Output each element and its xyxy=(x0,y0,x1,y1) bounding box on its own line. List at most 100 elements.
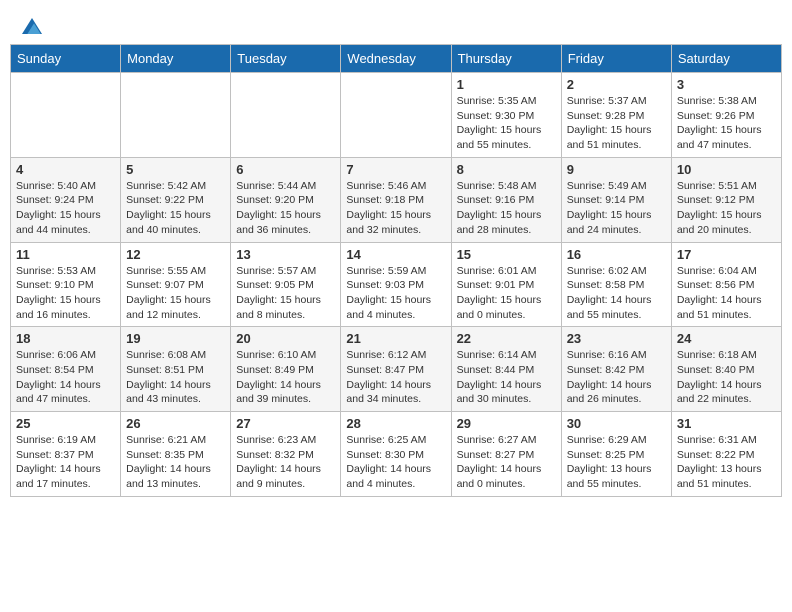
table-row: 25Sunrise: 6:19 AM Sunset: 8:37 PM Dayli… xyxy=(11,412,121,497)
day-number: 11 xyxy=(16,247,115,262)
day-number: 6 xyxy=(236,162,335,177)
table-row: 8 Sunrise: 5:48 AM Sunset: 9:16 PM Daylig… xyxy=(451,157,561,242)
day-number: 2 xyxy=(567,77,666,92)
calendar-week-row: 18Sunrise: 6:06 AM Sunset: 8:54 PM Dayli… xyxy=(11,327,782,412)
day-info: Sunrise: 6:18 AM Sunset: 8:40 PM Dayligh… xyxy=(677,348,776,407)
logo xyxy=(20,16,42,36)
day-info: Sunrise: 5:51 AM Sunset: 9:12 PM Dayligh… xyxy=(677,179,776,238)
day-info: Sunrise: 6:23 AM Sunset: 8:32 PM Dayligh… xyxy=(236,433,335,492)
day-number: 3 xyxy=(677,77,776,92)
table-row: 27 Sunrise: 6:23 AM Sunset: 8:32 PM Dayli… xyxy=(231,412,341,497)
day-info: Sunrise: 6:08 AM Sunset: 8:51 PM Dayligh… xyxy=(126,348,225,407)
day-number: 23 xyxy=(567,331,666,346)
table-row: 20Sunrise: 6:10 AM Sunset: 8:49 PM Dayli… xyxy=(231,327,341,412)
day-number: 28 xyxy=(346,416,445,431)
day-info: Sunrise: 5:35 AM Sunset: 9:30 PM Dayligh… xyxy=(457,94,556,153)
day-info: Sunrise: 6:12 AM Sunset: 8:47 PM Dayligh… xyxy=(346,348,445,407)
day-info: Sunrise: 6:19 AM Sunset: 8:37 PM Dayligh… xyxy=(16,433,115,492)
table-row: 12Sunrise: 5:55 AM Sunset: 9:07 PM Dayli… xyxy=(121,242,231,327)
table-row: 18Sunrise: 6:06 AM Sunset: 8:54 PM Dayli… xyxy=(11,327,121,412)
table-row: 21Sunrise: 6:12 AM Sunset: 8:47 PM Dayli… xyxy=(341,327,451,412)
table-row: 30 Sunrise: 6:29 AM Sunset: 8:25 PM Dayli… xyxy=(561,412,671,497)
table-row: 11 Sunrise: 5:53 AM Sunset: 9:10 PM Dayli… xyxy=(11,242,121,327)
table-row: 19 Sunrise: 6:08 AM Sunset: 8:51 PM Dayli… xyxy=(121,327,231,412)
day-number: 12 xyxy=(126,247,225,262)
day-info: Sunrise: 5:38 AM Sunset: 9:26 PM Dayligh… xyxy=(677,94,776,153)
table-row: 23 Sunrise: 6:16 AM Sunset: 8:42 PM Dayli… xyxy=(561,327,671,412)
day-number: 24 xyxy=(677,331,776,346)
page-header xyxy=(0,0,792,44)
day-info: Sunrise: 5:53 AM Sunset: 9:10 PM Dayligh… xyxy=(16,264,115,323)
table-row: 22 Sunrise: 6:14 AM Sunset: 8:44 PM Dayli… xyxy=(451,327,561,412)
day-info: Sunrise: 5:59 AM Sunset: 9:03 PM Dayligh… xyxy=(346,264,445,323)
table-row: 7 Sunrise: 5:46 AM Sunset: 9:18 PM Daylig… xyxy=(341,157,451,242)
calendar-day-header: Monday xyxy=(121,45,231,73)
day-number: 13 xyxy=(236,247,335,262)
calendar-day-header: Wednesday xyxy=(341,45,451,73)
calendar-footer xyxy=(0,507,792,519)
calendar-week-row: 4 Sunrise: 5:40 AM Sunset: 9:24 PM Daylig… xyxy=(11,157,782,242)
table-row: 1Sunrise: 5:35 AM Sunset: 9:30 PM Daylig… xyxy=(451,73,561,158)
table-row: 13Sunrise: 5:57 AM Sunset: 9:05 PM Dayli… xyxy=(231,242,341,327)
day-number: 22 xyxy=(457,331,556,346)
table-row xyxy=(231,73,341,158)
day-number: 19 xyxy=(126,331,225,346)
day-number: 14 xyxy=(346,247,445,262)
day-number: 17 xyxy=(677,247,776,262)
day-info: Sunrise: 6:14 AM Sunset: 8:44 PM Dayligh… xyxy=(457,348,556,407)
logo-icon xyxy=(22,16,42,36)
table-row xyxy=(341,73,451,158)
day-info: Sunrise: 6:06 AM Sunset: 8:54 PM Dayligh… xyxy=(16,348,115,407)
table-row: 9 Sunrise: 5:49 AM Sunset: 9:14 PM Daylig… xyxy=(561,157,671,242)
calendar-table: SundayMondayTuesdayWednesdayThursdayFrid… xyxy=(10,44,782,497)
calendar-week-row: 25Sunrise: 6:19 AM Sunset: 8:37 PM Dayli… xyxy=(11,412,782,497)
table-row: 6Sunrise: 5:44 AM Sunset: 9:20 PM Daylig… xyxy=(231,157,341,242)
table-row: 24 Sunrise: 6:18 AM Sunset: 8:40 PM Dayli… xyxy=(671,327,781,412)
day-info: Sunrise: 5:48 AM Sunset: 9:16 PM Dayligh… xyxy=(457,179,556,238)
calendar-wrapper: SundayMondayTuesdayWednesdayThursdayFrid… xyxy=(0,44,792,507)
table-row: 4 Sunrise: 5:40 AM Sunset: 9:24 PM Daylig… xyxy=(11,157,121,242)
day-info: Sunrise: 6:16 AM Sunset: 8:42 PM Dayligh… xyxy=(567,348,666,407)
calendar-day-header: Sunday xyxy=(11,45,121,73)
day-number: 5 xyxy=(126,162,225,177)
day-number: 4 xyxy=(16,162,115,177)
day-info: Sunrise: 5:49 AM Sunset: 9:14 PM Dayligh… xyxy=(567,179,666,238)
calendar-day-header: Friday xyxy=(561,45,671,73)
calendar-week-row: 11 Sunrise: 5:53 AM Sunset: 9:10 PM Dayli… xyxy=(11,242,782,327)
day-number: 26 xyxy=(126,416,225,431)
table-row: 5 Sunrise: 5:42 AM Sunset: 9:22 PM Daylig… xyxy=(121,157,231,242)
day-number: 27 xyxy=(236,416,335,431)
day-number: 7 xyxy=(346,162,445,177)
day-number: 8 xyxy=(457,162,556,177)
table-row: 15Sunrise: 6:01 AM Sunset: 9:01 PM Dayli… xyxy=(451,242,561,327)
calendar-header-row: SundayMondayTuesdayWednesdayThursdayFrid… xyxy=(11,45,782,73)
calendar-day-header: Thursday xyxy=(451,45,561,73)
table-row: 14 Sunrise: 5:59 AM Sunset: 9:03 PM Dayli… xyxy=(341,242,451,327)
table-row: 10 Sunrise: 5:51 AM Sunset: 9:12 PM Dayli… xyxy=(671,157,781,242)
day-info: Sunrise: 6:02 AM Sunset: 8:58 PM Dayligh… xyxy=(567,264,666,323)
calendar-day-header: Tuesday xyxy=(231,45,341,73)
day-info: Sunrise: 5:40 AM Sunset: 9:24 PM Dayligh… xyxy=(16,179,115,238)
table-row: 16Sunrise: 6:02 AM Sunset: 8:58 PM Dayli… xyxy=(561,242,671,327)
day-info: Sunrise: 6:04 AM Sunset: 8:56 PM Dayligh… xyxy=(677,264,776,323)
day-info: Sunrise: 6:25 AM Sunset: 8:30 PM Dayligh… xyxy=(346,433,445,492)
day-number: 9 xyxy=(567,162,666,177)
day-info: Sunrise: 6:29 AM Sunset: 8:25 PM Dayligh… xyxy=(567,433,666,492)
day-number: 30 xyxy=(567,416,666,431)
calendar-day-header: Saturday xyxy=(671,45,781,73)
table-row: 26 Sunrise: 6:21 AM Sunset: 8:35 PM Dayli… xyxy=(121,412,231,497)
day-info: Sunrise: 5:42 AM Sunset: 9:22 PM Dayligh… xyxy=(126,179,225,238)
day-info: Sunrise: 6:01 AM Sunset: 9:01 PM Dayligh… xyxy=(457,264,556,323)
calendar-week-row: 1Sunrise: 5:35 AM Sunset: 9:30 PM Daylig… xyxy=(11,73,782,158)
table-row xyxy=(121,73,231,158)
day-number: 20 xyxy=(236,331,335,346)
table-row: 29 Sunrise: 6:27 AM Sunset: 8:27 PM Dayli… xyxy=(451,412,561,497)
day-number: 29 xyxy=(457,416,556,431)
table-row: 28 Sunrise: 6:25 AM Sunset: 8:30 PM Dayli… xyxy=(341,412,451,497)
day-info: Sunrise: 6:27 AM Sunset: 8:27 PM Dayligh… xyxy=(457,433,556,492)
day-info: Sunrise: 5:46 AM Sunset: 9:18 PM Dayligh… xyxy=(346,179,445,238)
day-info: Sunrise: 6:31 AM Sunset: 8:22 PM Dayligh… xyxy=(677,433,776,492)
day-info: Sunrise: 6:21 AM Sunset: 8:35 PM Dayligh… xyxy=(126,433,225,492)
table-row: 31Sunrise: 6:31 AM Sunset: 8:22 PM Dayli… xyxy=(671,412,781,497)
day-number: 10 xyxy=(677,162,776,177)
